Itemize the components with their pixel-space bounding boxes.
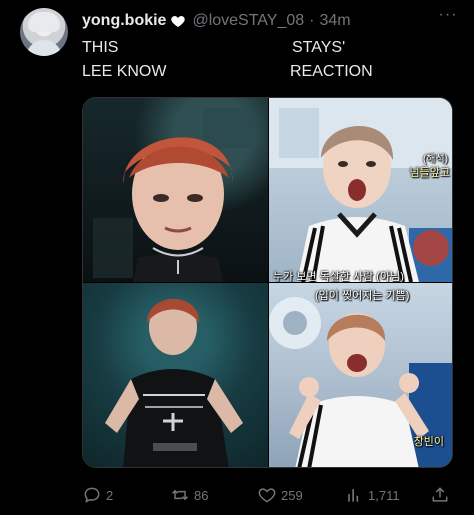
panel-4-caption-top: (입이 찢어지는 기쁨) <box>315 290 410 302</box>
media-grid[interactable]: (해석) 넘들앞고 누가 보면 독살한 사람 (아님) (입이 찢어지는 기쁨)… <box>82 97 453 468</box>
retweet-count: 86 <box>194 487 209 503</box>
panel-2-illustration <box>269 98 452 282</box>
tweet-text-left-line1: THIS <box>82 39 119 56</box>
tweet-text-right-line1: STAYS' <box>292 39 346 56</box>
avatar-shirt <box>26 40 62 56</box>
share-button[interactable] <box>430 483 450 507</box>
tweet-text-right-line2: REACTION <box>290 63 373 80</box>
panel-1-illustration <box>93 108 253 282</box>
panel-2-caption-top: (해석) <box>422 154 448 165</box>
action-bar: 2 86 259 1,711 <box>0 483 474 507</box>
views-button[interactable]: 1,711 <box>344 483 400 507</box>
media-panel-1[interactable] <box>83 98 268 282</box>
panel-2-caption-top2: 넘들앞고 <box>409 167 450 179</box>
more-icon[interactable]: ··· <box>438 7 458 28</box>
reply-button[interactable]: 2 <box>82 483 113 507</box>
like-button[interactable]: 259 <box>257 483 303 507</box>
reply-count: 2 <box>106 487 114 503</box>
retweet-icon <box>171 489 189 501</box>
panel-3-illustration <box>83 283 268 467</box>
avatar[interactable] <box>20 8 68 56</box>
media-panel-3[interactable] <box>83 283 268 467</box>
panel-4-caption-bottom: 창빈이 <box>413 436 444 448</box>
heart-icon <box>171 16 186 27</box>
media-panel-4[interactable]: (입이 찢어지는 기쁨) 창빈이 <box>269 283 452 467</box>
separator-dot: · <box>309 12 315 29</box>
views-icon <box>348 489 359 502</box>
share-icon <box>432 487 448 502</box>
retweet-button[interactable]: 86 <box>170 483 208 507</box>
handle[interactable]: @loveSTAY_08 <box>192 12 304 30</box>
reply-icon <box>84 487 100 503</box>
views-count: 1,711 <box>368 487 400 503</box>
like-icon <box>258 488 276 503</box>
tweet-text-left-line2: LEE KNOW <box>82 63 167 80</box>
timestamp[interactable]: 34m <box>319 12 350 30</box>
tweet-header: yong.bokie @loveSTAY_08 · 34m <box>82 10 351 32</box>
avatar-hair <box>28 12 60 32</box>
media-panel-2[interactable]: (해석) 넘들앞고 누가 보면 독살한 사람 (아님) <box>269 98 452 282</box>
like-count: 259 <box>281 487 303 503</box>
display-name[interactable]: yong.bokie <box>82 12 166 30</box>
panel-2-caption-bottom: 누가 보면 독살한 사람 (아님) <box>273 271 404 282</box>
